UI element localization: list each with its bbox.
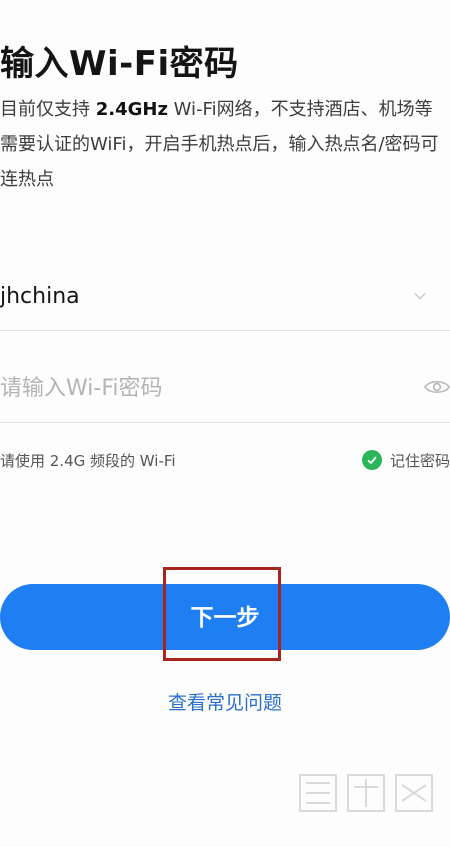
page-title: 输入Wi-Fi密码: [0, 44, 239, 84]
watermark-graphic: [299, 774, 433, 812]
wifi-password-page: 输入Wi-Fi密码 目前仅支持 2.4GHz Wi-Fi网络，不支持酒店、机场等…: [0, 0, 450, 847]
desc-band: 2.4GHz: [95, 99, 168, 120]
check-circle-icon[interactable]: [361, 450, 382, 470]
chevron-down-icon[interactable]: [414, 290, 426, 302]
support-description: 目前仅支持 2.4GHz Wi-Fi网络，不支持酒店、机场等需要认证的WiFi，…: [0, 92, 446, 197]
faq-link[interactable]: 查看常见问题: [0, 688, 450, 715]
ssid-value: jhchina: [0, 284, 80, 309]
next-step-button[interactable]: 下一步: [0, 584, 450, 650]
ssid-selector[interactable]: jhchina: [0, 268, 450, 331]
eye-icon[interactable]: [424, 378, 450, 396]
desc-prefix: 目前仅支持: [0, 99, 96, 120]
password-row: [0, 356, 450, 423]
band-hint: 请使用 2.4G 频段的 Wi-Fi: [0, 452, 176, 470]
password-input[interactable]: [0, 368, 400, 408]
remember-password-toggle[interactable]: 记住密码: [361, 448, 450, 472]
remember-password-label: 记住密码: [389, 451, 450, 470]
next-step-label: 下一步: [190, 604, 260, 630]
